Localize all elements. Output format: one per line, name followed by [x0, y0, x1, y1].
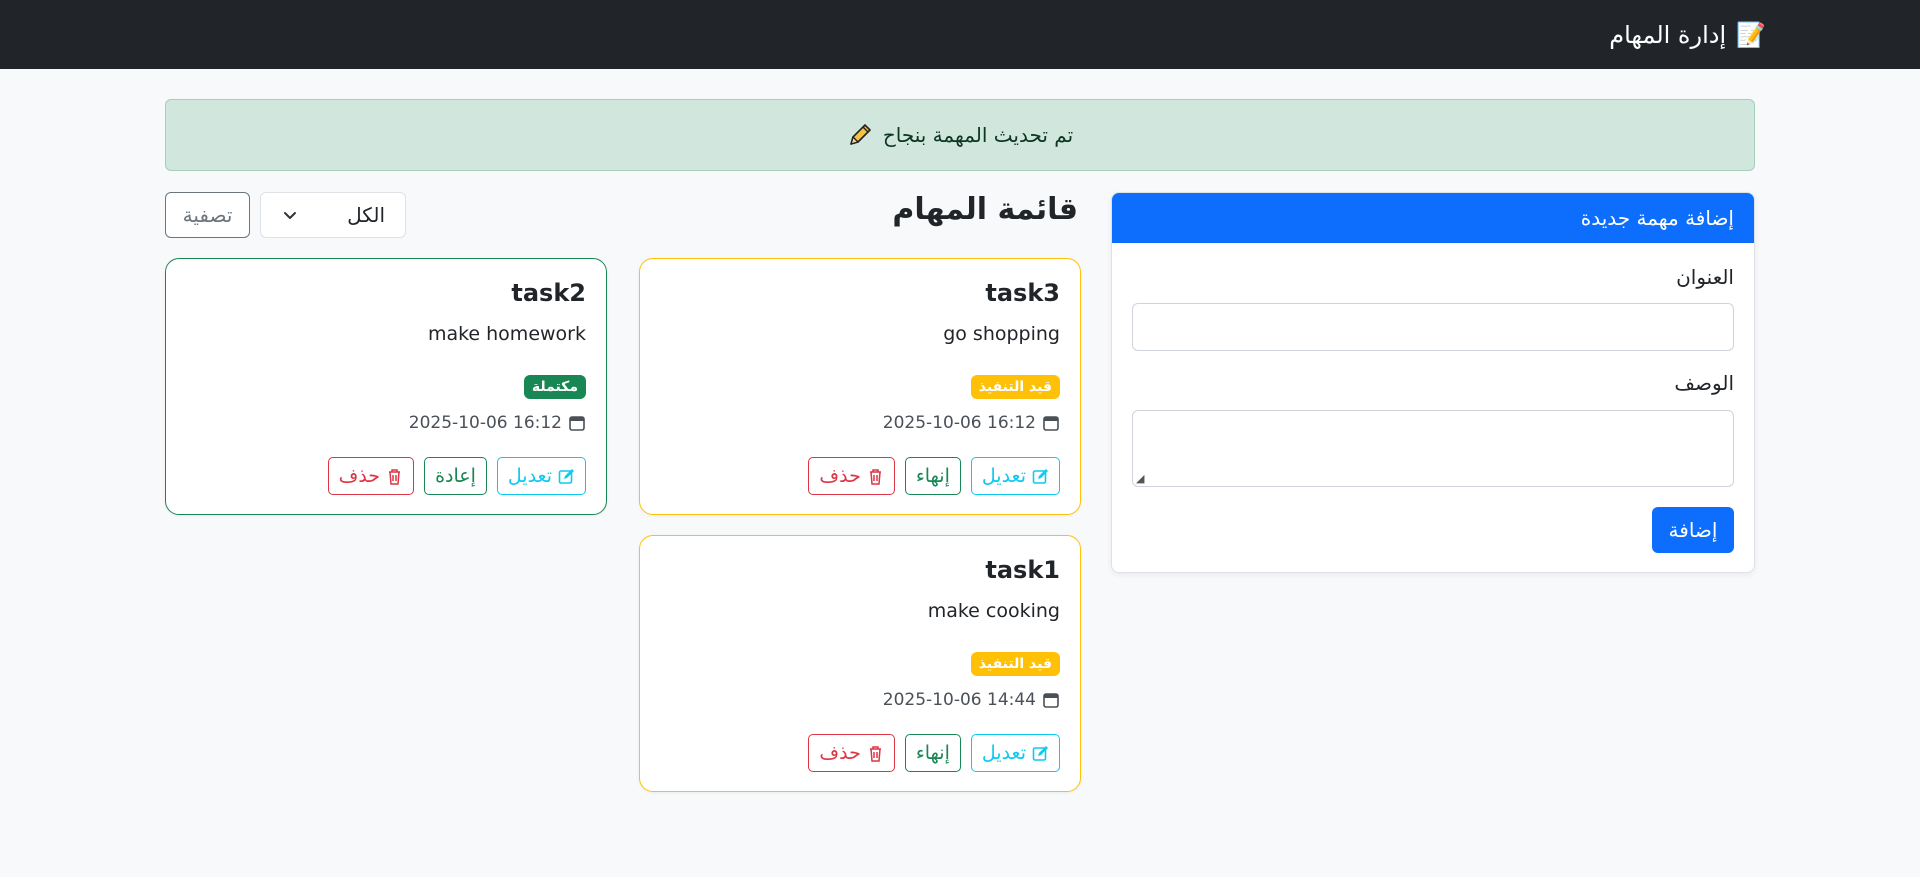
delete-button[interactable]: حذف — [808, 457, 895, 495]
filter-button[interactable]: تصفية — [165, 192, 250, 238]
calendar-icon — [1043, 416, 1059, 431]
edit-label: تعديل — [507, 465, 552, 487]
task-date: 2025-10-06 16:12 — [409, 413, 586, 433]
description-textarea[interactable]: ◢ — [1132, 410, 1734, 487]
reopen-label: إعادة — [435, 465, 476, 487]
task-card: task3 go shopping قيد التنفيذ 2025-10-06… — [639, 258, 1081, 515]
status-badge: قيد التنفيذ — [970, 375, 1060, 399]
calendar-icon — [1043, 693, 1059, 708]
navbar-brand[interactable]: 📝 إدارة المهام — [1609, 20, 1766, 50]
status-badge: قيد التنفيذ — [970, 652, 1060, 676]
delete-label: حذف — [338, 465, 381, 487]
chevron-down-icon — [284, 212, 296, 219]
delete-label: حذف — [819, 465, 861, 487]
delete-button[interactable]: حذف — [327, 457, 415, 495]
alert-message: تم تحديث المهمة بنجاح — [882, 123, 1074, 147]
finish-button[interactable]: إنهاء — [904, 734, 961, 772]
filter-selected-value: الكل — [347, 203, 385, 227]
task-actions: تعديل إنهاء حذف — [808, 457, 1060, 495]
edit-label: تعديل — [981, 465, 1026, 487]
edit-icon — [1032, 468, 1048, 484]
task-card: task2 make homework مكتملة 2025-10-06 16… — [165, 258, 607, 515]
task-description: go shopping — [943, 323, 1060, 345]
add-task-card: إضافة مهمة جديدة العنوان الوصف ◢ إضافة — [1111, 192, 1755, 573]
edit-button[interactable]: تعديل — [970, 734, 1060, 772]
resize-handle-icon[interactable]: ◢ — [1136, 472, 1144, 485]
task-date-text: 2025-10-06 16:12 — [408, 413, 562, 433]
title-label: العنوان — [1676, 265, 1734, 289]
task-description: make homework — [427, 323, 586, 345]
success-alert: تم تحديث المهمة بنجاح — [165, 99, 1755, 171]
task-date: 2025-10-06 16:12 — [883, 413, 1060, 433]
memo-icon: 📝 — [1736, 21, 1766, 49]
title-input[interactable] — [1132, 303, 1734, 351]
task-description: make cooking — [927, 600, 1060, 622]
delete-label: حذف — [819, 742, 861, 764]
task-date-text: 2025-10-06 14:44 — [882, 690, 1036, 710]
status-badge: مكتملة — [523, 375, 586, 399]
task-list-title: قائمة المهام — [892, 192, 1078, 227]
reopen-button[interactable]: إعادة — [424, 457, 487, 495]
trash-icon — [869, 745, 881, 762]
task-date-text: 2025-10-06 16:12 — [882, 413, 1036, 433]
task-title: task3 — [985, 279, 1060, 307]
task-actions: تعديل إنهاء حذف — [808, 734, 1060, 772]
add-task-button[interactable]: إضافة — [1652, 507, 1734, 553]
edit-button[interactable]: تعديل — [970, 457, 1060, 495]
task-actions: تعديل إعادة حذف — [327, 457, 586, 495]
navbar: 📝 إدارة المهام — [0, 0, 1920, 69]
task-card: task1 make cooking قيد التنفيذ 2025-10-0… — [639, 535, 1081, 792]
finish-button[interactable]: إنهاء — [904, 457, 961, 495]
delete-button[interactable]: حذف — [808, 734, 895, 772]
finish-label: إنهاء — [915, 465, 950, 487]
task-title: task2 — [511, 279, 586, 307]
edit-label: تعديل — [981, 742, 1026, 764]
edit-button[interactable]: تعديل — [496, 457, 586, 495]
task-date: 2025-10-06 14:44 — [883, 690, 1060, 710]
navbar-title: إدارة المهام — [1609, 21, 1727, 49]
finish-label: إنهاء — [915, 742, 950, 764]
edit-icon — [558, 468, 574, 484]
trash-icon — [869, 468, 881, 485]
status-filter-select[interactable]: الكل — [260, 192, 406, 238]
add-task-header: إضافة مهمة جديدة — [1112, 193, 1754, 243]
description-label: الوصف — [1674, 371, 1734, 395]
pencil-icon — [850, 124, 871, 145]
task-title: task1 — [985, 556, 1060, 584]
calendar-icon — [569, 416, 585, 431]
trash-icon — [389, 468, 401, 485]
edit-icon — [1032, 745, 1048, 761]
